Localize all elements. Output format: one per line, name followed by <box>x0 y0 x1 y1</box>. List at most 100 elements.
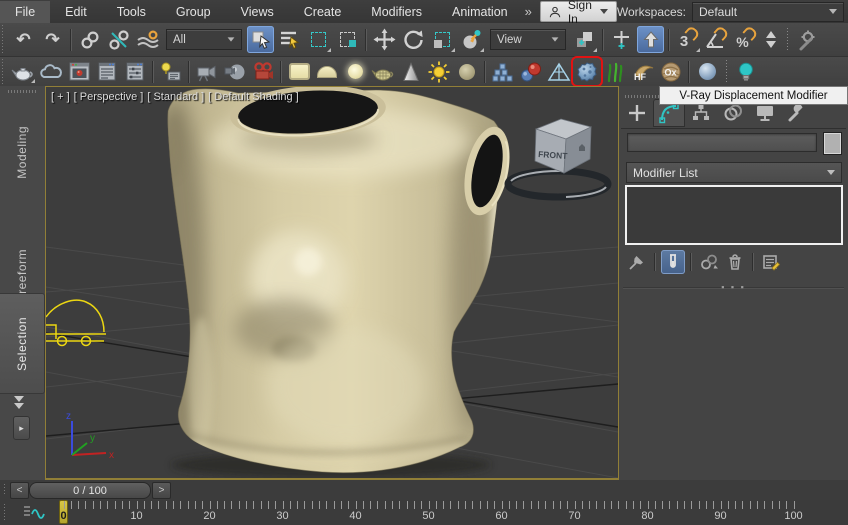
time-slider[interactable]: 0 / 100 <box>29 482 151 499</box>
rectangular-selection-region-button[interactable] <box>305 26 332 53</box>
vray-plane-light-button[interactable] <box>286 59 312 84</box>
vray-render-button[interactable] <box>10 59 36 84</box>
vray-light-button[interactable] <box>733 59 759 84</box>
ruler-tick <box>209 501 211 509</box>
make-unique-button[interactable] <box>697 250 721 274</box>
selection-filter-dropdown[interactable]: All <box>166 29 242 50</box>
select-and-place-button[interactable] <box>458 26 485 53</box>
tab-create[interactable] <box>621 99 653 127</box>
viewport-menu-renderer[interactable]: [ Standard ] <box>147 91 204 103</box>
object-color-swatch[interactable] <box>823 132 842 155</box>
sign-in-button[interactable]: Sign In <box>539 0 617 26</box>
workspaces-dropdown[interactable]: Default <box>692 1 844 22</box>
viewcube[interactable]: FRONT <box>504 118 612 201</box>
ruler-label: 30 <box>276 510 289 522</box>
tab-modeling[interactable]: Modeling <box>0 105 44 200</box>
render-elements-button[interactable] <box>122 59 148 84</box>
select-and-rotate-button[interactable] <box>400 26 427 53</box>
angle-snap-toggle-button[interactable] <box>703 24 730 53</box>
ribbon-flyout-button[interactable]: ▸ <box>13 416 30 440</box>
show-end-result-button[interactable] <box>661 250 685 274</box>
use-pivot-point-center-button[interactable] <box>571 26 598 53</box>
window-crossing-toggle-button[interactable] <box>334 26 361 53</box>
ruler-tick <box>720 501 722 509</box>
next-frame-button[interactable]: > <box>152 482 171 499</box>
vray-sphere-light-button[interactable] <box>342 59 368 84</box>
select-by-name-button[interactable] <box>276 26 303 53</box>
rollout-grip-dots[interactable]: ▪ ▪ ▪ <box>721 282 746 292</box>
ribbon-minimize-chevrons[interactable] <box>14 396 24 409</box>
undo-button[interactable]: ↶ <box>10 26 37 53</box>
object-name-input[interactable] <box>627 133 817 152</box>
menu-group[interactable]: Group <box>161 1 226 23</box>
percent-snap-toggle-button[interactable]: % <box>732 24 759 53</box>
tab-selection[interactable]: Selection <box>0 293 45 394</box>
toolbar-grip[interactable] <box>1 59 5 84</box>
hair-farm-button[interactable]: HF <box>630 59 656 84</box>
select-and-link-button[interactable] <box>76 26 103 53</box>
viewport-menu-shading[interactable]: [ Default Shading ] <box>208 91 299 103</box>
ruler-tick <box>311 501 313 509</box>
vray-metaball-button[interactable] <box>518 59 544 84</box>
select-and-move-button[interactable] <box>371 26 398 53</box>
select-and-scale-button[interactable] <box>429 26 456 53</box>
remove-modifier-button[interactable] <box>723 250 747 274</box>
viewport-menu-general[interactable]: [ + ] <box>51 91 70 103</box>
menu-file[interactable]: File <box>0 0 51 23</box>
previous-frame-button[interactable]: < <box>10 482 29 499</box>
menu-bar: File Edit Tools Group Views Create Modif… <box>0 0 848 26</box>
redo-button[interactable]: ↷ <box>39 26 66 53</box>
vray-mesh-light-button[interactable] <box>370 59 396 84</box>
ruler-tick <box>406 501 408 509</box>
vr-camera-button[interactable] <box>222 59 248 84</box>
vray-sun-button[interactable] <box>426 59 452 84</box>
select-object-button[interactable] <box>247 26 274 53</box>
trackbar-grip[interactable] <box>3 484 7 496</box>
vray-plane-button[interactable] <box>546 59 572 84</box>
ribbon-grip[interactable] <box>8 90 37 93</box>
vray-hemisphere-button[interactable] <box>694 59 720 84</box>
snaps-toggle-3d-button[interactable]: 3 <box>674 24 701 53</box>
timeline-ruler[interactable]: 0 10 20 30 40 50 60 70 80 90 100 <box>0 500 848 525</box>
menu-modifiers[interactable]: Modifiers <box>356 1 437 23</box>
ornatrix-button[interactable]: Ox <box>658 59 684 84</box>
physical-camera-button[interactable] <box>194 59 220 84</box>
unlink-selection-button[interactable] <box>105 26 132 53</box>
vray-frame-buffer-button[interactable] <box>66 59 92 84</box>
vray-ies-light-button[interactable] <box>398 59 424 84</box>
chevron-down-icon <box>227 37 235 42</box>
modifier-list-dropdown[interactable]: Modifier List <box>626 162 842 183</box>
svg-text:y: y <box>90 433 95 444</box>
vray-sphere-object-button[interactable] <box>454 59 480 84</box>
menu-animation[interactable]: Animation <box>437 1 523 23</box>
pin-stack-button[interactable] <box>625 250 649 274</box>
vray-displacement-modifier-button[interactable] <box>571 56 603 87</box>
modifier-stack-list[interactable] <box>625 185 843 245</box>
menu-create[interactable]: Create <box>289 1 357 23</box>
menu-tools[interactable]: Tools <box>102 1 161 23</box>
ruler-grip[interactable] <box>3 504 7 521</box>
spinner-snap-toggle-button[interactable] <box>761 26 781 53</box>
vray-fur-button[interactable] <box>602 59 628 84</box>
render-settings-button[interactable] <box>94 59 120 84</box>
configure-modifier-sets-button[interactable] <box>759 250 783 274</box>
viewport-menu-pov[interactable]: [ Perspective ] <box>74 91 144 103</box>
film-camera-button[interactable] <box>250 59 276 84</box>
mini-curve-icon[interactable] <box>22 504 48 520</box>
menu-views[interactable]: Views <box>226 1 289 23</box>
keyboard-shortcut-override-toggle[interactable] <box>637 26 664 53</box>
light-lister-button[interactable] <box>158 59 184 84</box>
select-and-manipulate-button[interactable] <box>608 26 635 53</box>
vray-proxy-button[interactable] <box>490 59 516 84</box>
bind-to-space-warp-button[interactable] <box>134 26 161 53</box>
perspective-viewport[interactable]: [ + ] [ Perspective ] [ Standard ] [ Def… <box>45 86 619 480</box>
vray-dome-light-button[interactable] <box>314 59 340 84</box>
ruler-tick <box>158 501 160 509</box>
cloud-icon <box>40 63 62 78</box>
toolbar-grip[interactable] <box>1 25 5 54</box>
chaos-cloud-button[interactable] <box>38 59 64 84</box>
menu-edit[interactable]: Edit <box>50 1 102 23</box>
reference-coordinate-system-dropdown[interactable]: View <box>490 29 566 50</box>
menu-overflow-chevron[interactable]: » <box>525 4 532 19</box>
scene-brush-button[interactable] <box>794 26 821 53</box>
